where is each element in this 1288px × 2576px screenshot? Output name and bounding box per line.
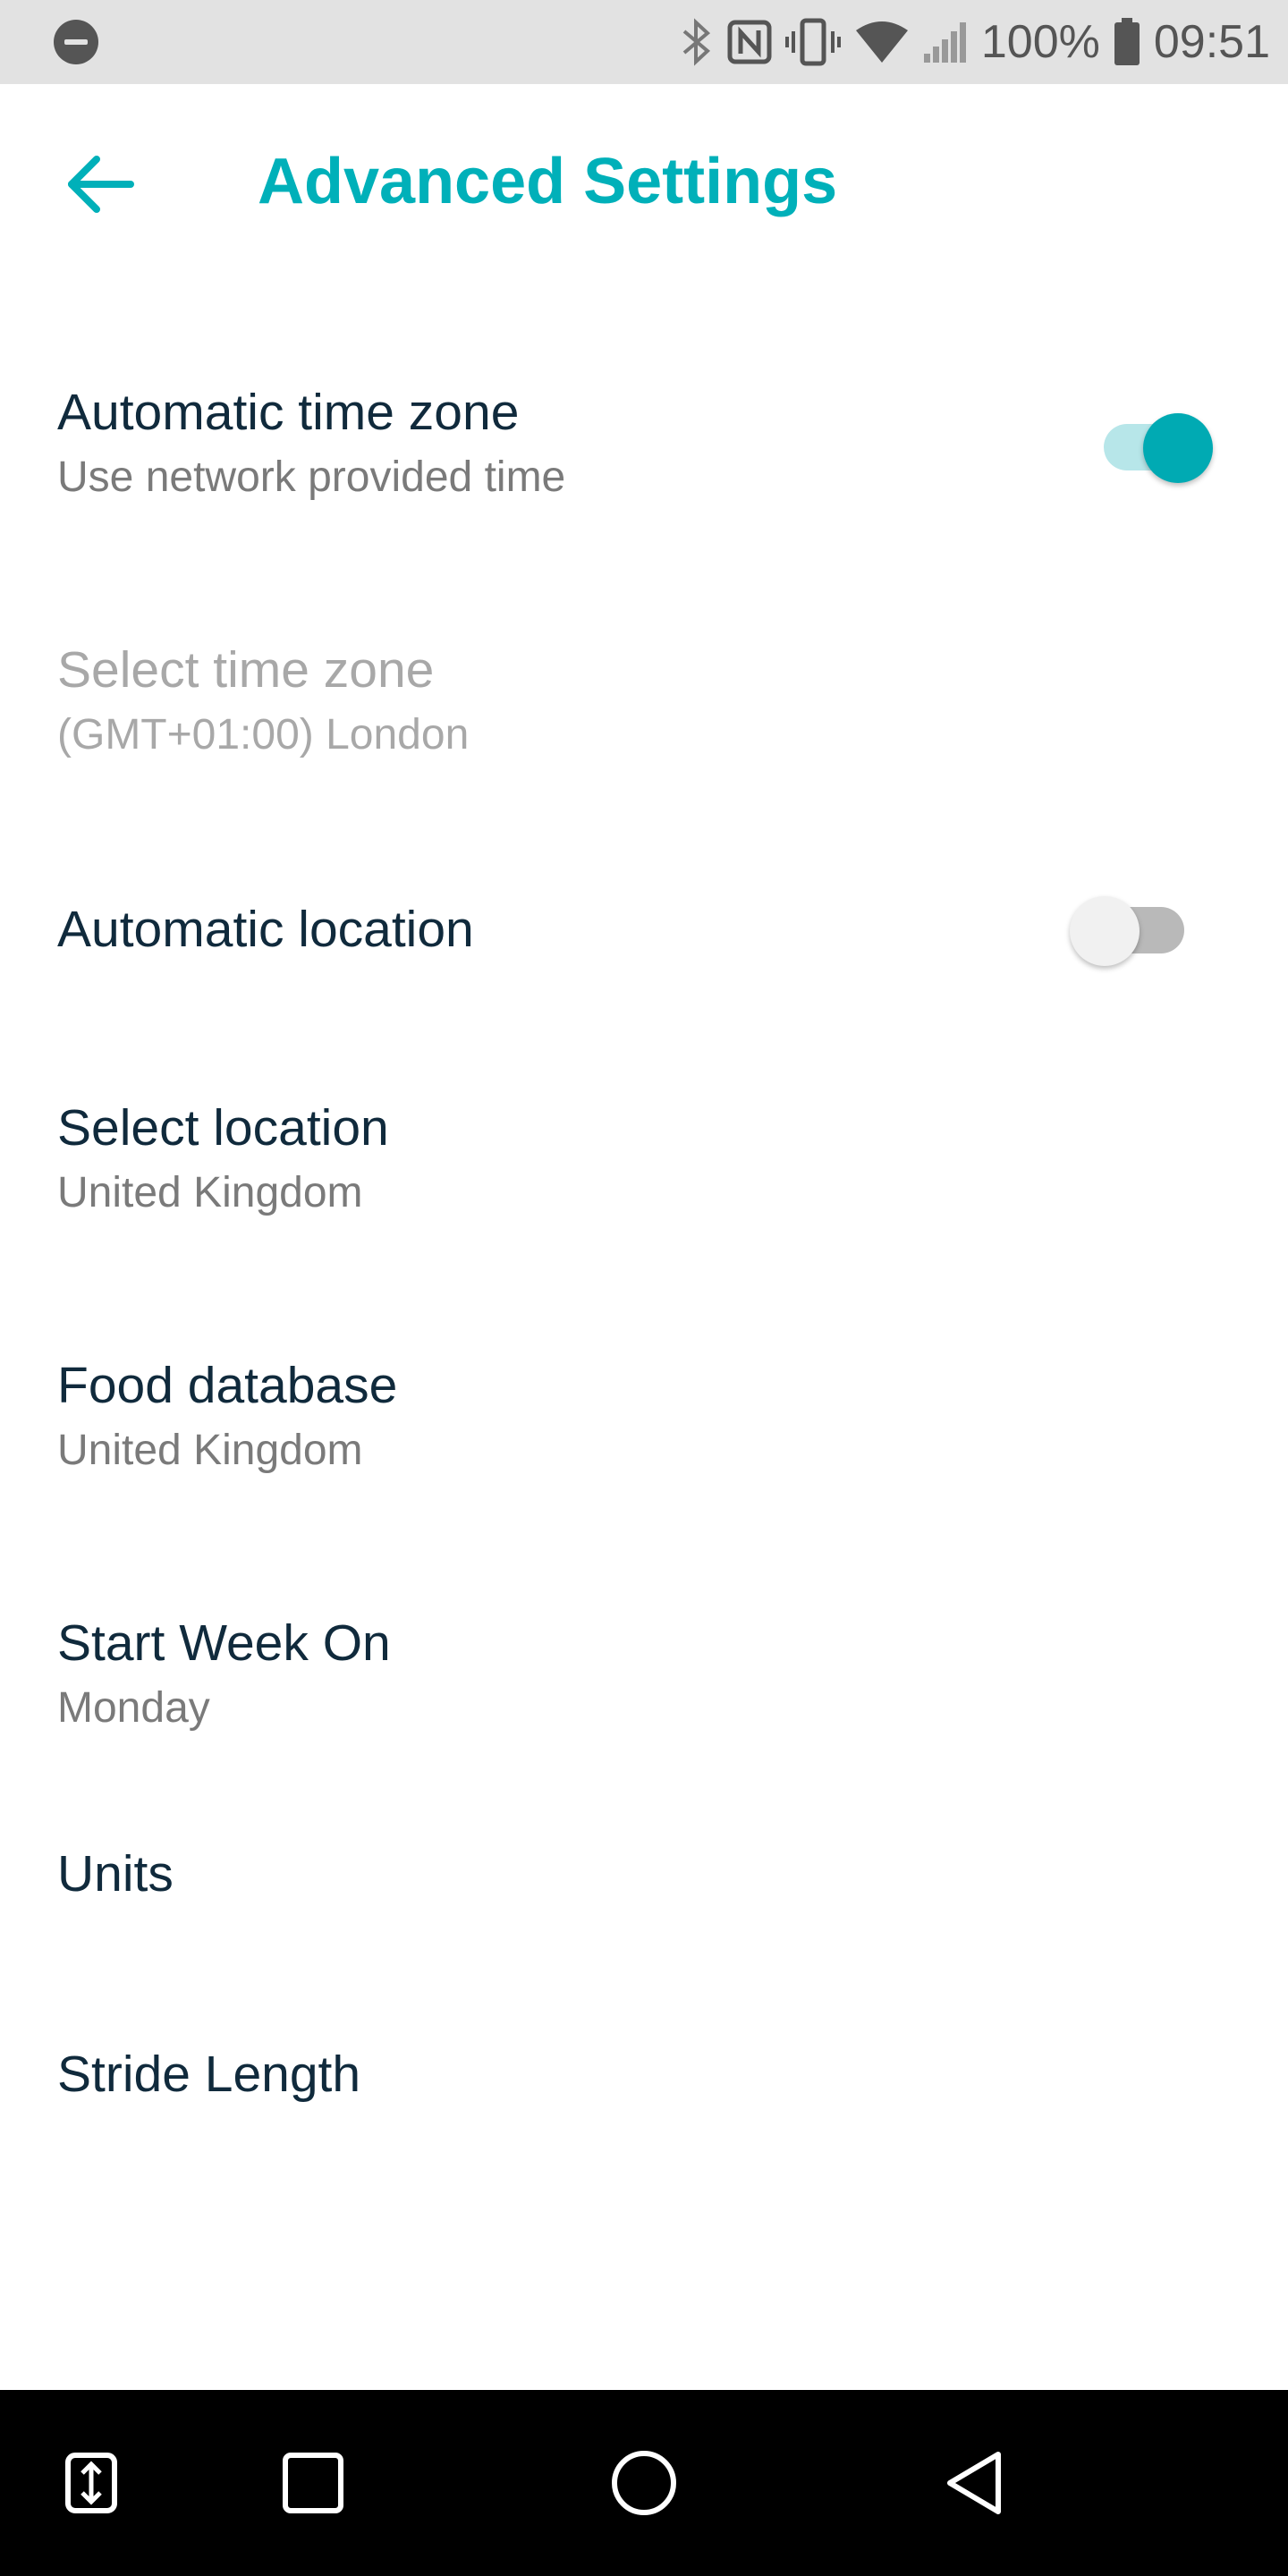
status-time: 09:51 — [1153, 16, 1270, 68]
setting-automatic-location[interactable]: Automatic location — [0, 864, 1288, 998]
setting-stride-length[interactable]: Stride Length — [0, 2016, 1288, 2132]
setting-title: Food database — [57, 1357, 398, 1414]
setting-select-location[interactable]: Select location United Kingdom — [0, 1073, 1288, 1252]
setting-title: Units — [57, 1845, 174, 1902]
recents-square-icon — [283, 2453, 343, 2513]
back-triangle-icon — [947, 2452, 1001, 2514]
toggle-thumb — [1143, 413, 1213, 483]
home-circle-icon — [612, 2451, 676, 2515]
automatic-time-zone-toggle[interactable] — [1095, 404, 1220, 483]
screen: 100% 09:51 Advanced Settings Automatic t… — [0, 0, 1288, 2576]
wifi-icon — [855, 21, 908, 63]
do-not-disturb-icon — [54, 20, 98, 64]
arrow-left-icon — [68, 156, 134, 213]
status-bar: 100% 09:51 — [0, 0, 1288, 84]
automatic-location-toggle[interactable] — [1070, 887, 1195, 966]
bluetooth-icon — [682, 18, 710, 66]
page-title: Advanced Settings — [258, 146, 838, 217]
setting-title: Automatic time zone — [57, 384, 520, 441]
app-switch-button[interactable] — [47, 2438, 136, 2528]
setting-subtitle: United Kingdom — [57, 1169, 363, 1216]
setting-title: Select time zone — [57, 641, 435, 699]
vibrate-icon — [784, 18, 841, 66]
setting-units[interactable]: Units — [0, 1816, 1288, 1932]
setting-title: Select location — [57, 1099, 389, 1157]
setting-start-week-on[interactable]: Start Week On Monday — [0, 1589, 1288, 1767]
app-switch-icon — [65, 2453, 117, 2513]
setting-subtitle: United Kingdom — [57, 1427, 363, 1474]
setting-subtitle: (GMT+01:00) London — [57, 711, 470, 758]
toggle-thumb — [1070, 896, 1140, 966]
setting-title: Stride Length — [57, 2046, 361, 2103]
app-header: Advanced Settings — [0, 84, 1288, 290]
setting-title: Automatic location — [57, 901, 474, 958]
setting-select-time-zone: Select time zone (GMT+01:00) London — [0, 615, 1288, 794]
setting-automatic-time-zone[interactable]: Automatic time zone Use network provided… — [0, 358, 1288, 537]
home-button[interactable] — [599, 2438, 689, 2528]
back-button[interactable] — [54, 138, 147, 231]
nfc-icon — [727, 20, 772, 64]
battery-icon — [1114, 18, 1140, 65]
setting-subtitle: Use network provided time — [57, 453, 566, 501]
battery-percent: 100% — [980, 16, 1100, 68]
setting-food-database[interactable]: Food database United Kingdom — [0, 1331, 1288, 1510]
setting-title: Start Week On — [57, 1614, 391, 1672]
signal-icon — [923, 22, 966, 63]
navigation-bar — [0, 2390, 1288, 2576]
setting-subtitle: Monday — [57, 1684, 210, 1732]
back-nav-button[interactable] — [930, 2438, 1020, 2528]
recents-button[interactable] — [268, 2438, 358, 2528]
status-icons: 100% 09:51 — [679, 0, 1270, 84]
